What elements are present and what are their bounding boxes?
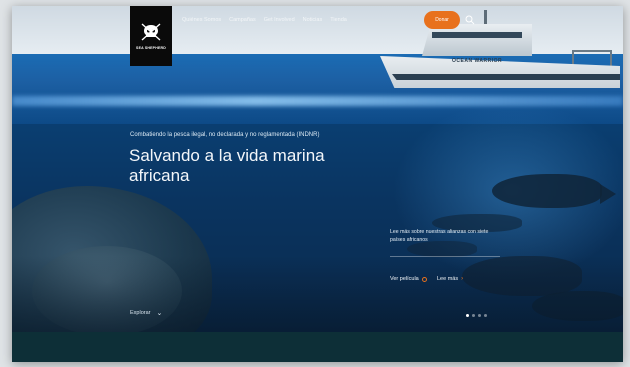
tuna-fish — [492, 174, 602, 208]
search-icon[interactable] — [465, 15, 475, 25]
ship-hull-stripe — [392, 74, 620, 80]
main-nav: Quiénes Somos Campañas Get Involved Noti… — [182, 17, 355, 23]
jolly-roger-icon — [141, 23, 161, 41]
chevron-down-icon: ⌄ — [156, 310, 163, 317]
read-more-label: Lee más — [437, 276, 459, 282]
explore-label: Explorar — [130, 310, 151, 316]
hero-section: OCEAN WARRIOR SEA SHEPHERD Quiénes Somos… — [12, 6, 623, 332]
nav-item-noticias[interactable]: Noticias — [303, 17, 323, 23]
explore-button[interactable]: Explorar ⌄ — [130, 309, 162, 317]
slide-pager — [466, 314, 487, 317]
pager-dot[interactable] — [472, 314, 475, 317]
content-band — [12, 332, 623, 362]
nav-item-quienes-somos[interactable]: Quiénes Somos — [182, 17, 221, 23]
watch-film-label: Ver película — [390, 276, 419, 282]
nav-item-get-involved[interactable]: Get Involved — [264, 17, 295, 23]
watch-film-link[interactable]: Ver película — [390, 276, 427, 282]
read-more-link[interactable]: Lee más › — [437, 276, 463, 282]
hero-side-text: Lee más sobre nuestras alianzas con siet… — [390, 229, 489, 243]
nav-item-campanas[interactable]: Campañas — [229, 17, 256, 23]
arrow-right-icon: › — [461, 276, 464, 282]
pager-dot[interactable] — [484, 314, 487, 317]
pager-dot[interactable] — [478, 314, 481, 317]
ship-windows — [432, 32, 522, 38]
browser-viewport: OCEAN WARRIOR SEA SHEPHERD Quiénes Somos… — [12, 6, 623, 362]
donate-button[interactable]: Donar — [424, 11, 460, 29]
pager-dot[interactable] — [466, 314, 469, 317]
site-logo[interactable]: SEA SHEPHERD — [130, 6, 172, 66]
divider — [390, 256, 500, 257]
hero-eyebrow: Combatiendo la pesca ilegal, no declarad… — [130, 132, 320, 138]
nav-item-tienda[interactable]: Tienda — [330, 17, 347, 23]
hero-shade — [12, 256, 623, 332]
hero-title: Salvando a la vida marina africana — [129, 146, 325, 185]
logo-text: SEA SHEPHERD — [136, 46, 166, 50]
ship-ocean-warrior: OCEAN WARRIOR — [372, 10, 622, 94]
ship-name: OCEAN WARRIOR — [452, 58, 503, 64]
play-circle-icon — [421, 276, 427, 282]
tuna-tail — [600, 184, 616, 204]
